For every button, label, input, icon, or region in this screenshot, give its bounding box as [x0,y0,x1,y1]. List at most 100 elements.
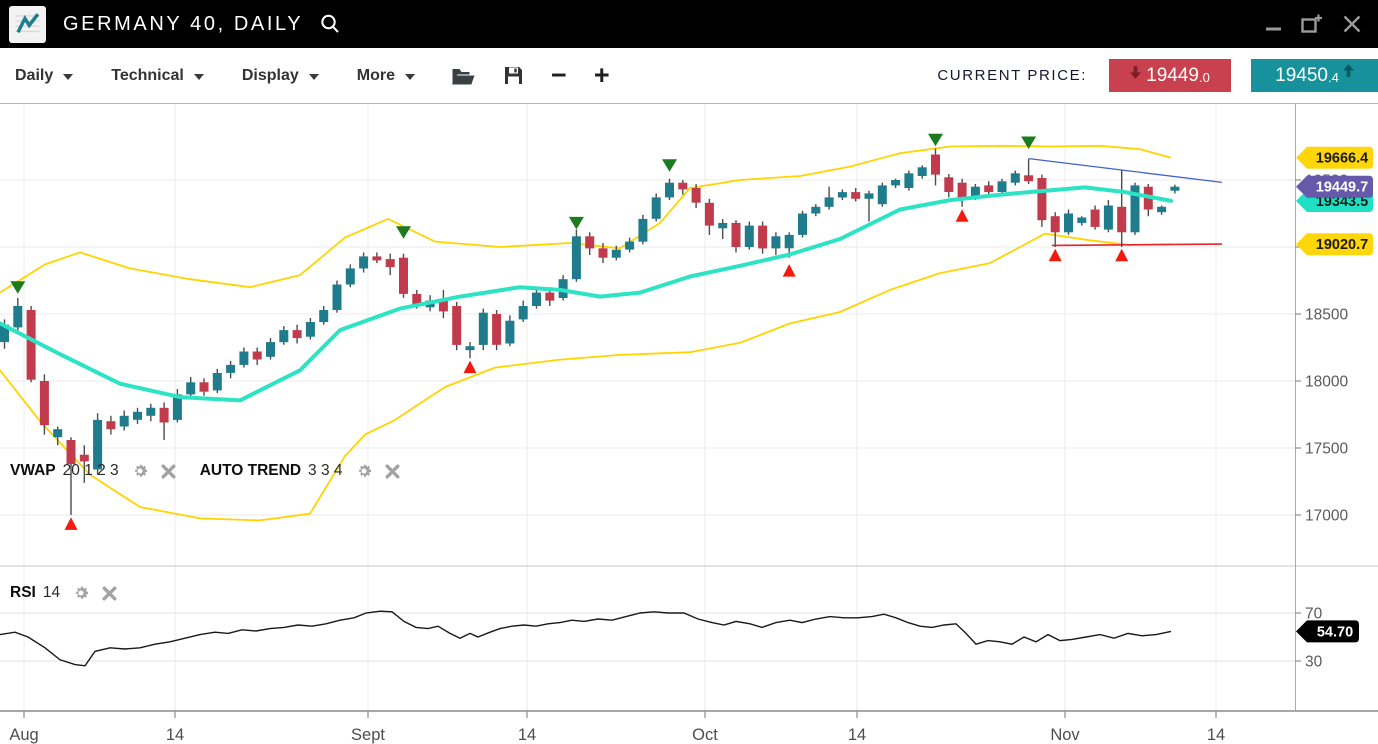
candle [678,183,687,190]
save-chart-button[interactable] [503,65,524,86]
svg-text:18500: 18500 [1305,307,1348,324]
sell-price-frac: .0 [1199,70,1210,85]
candle [1051,216,1060,232]
candle [492,314,501,345]
candle [213,373,222,390]
svg-text:19666.4: 19666.4 [1316,151,1368,167]
vwap-params: 20 1 2 3 [63,462,119,480]
candle [13,306,22,327]
svg-text:30: 30 [1305,654,1323,671]
candle [120,416,129,427]
buy-signal-markers [65,209,1129,530]
close-icon[interactable] [1342,14,1362,34]
menu-daily-label: Daily [15,67,53,85]
svg-text:17500: 17500 [1305,441,1348,458]
zoom-in-button[interactable]: + [594,62,610,89]
vwap-remove-icon[interactable] [161,464,176,479]
candle [798,214,807,235]
red-up-triangle-icon [65,517,78,530]
candle [239,352,248,365]
red-up-triangle-icon [783,264,796,277]
search-icon[interactable] [319,13,341,35]
candle [1037,178,1046,220]
buy-price-button[interactable]: 19450 .4 [1251,59,1378,92]
x-axis-labels: Aug14Sept14Oct14Nov14 [9,711,1225,744]
autotrend-remove-icon[interactable] [385,464,400,479]
candle [785,235,794,248]
candle [585,236,594,248]
rsi-remove-icon[interactable] [102,586,117,601]
resistance-trendline[interactable] [1029,159,1222,183]
candle [359,256,368,268]
popout-icon[interactable] [1301,14,1323,34]
menu-timeframe-daily[interactable]: Daily [15,67,73,85]
current-price-label: CURRENT PRICE: [937,67,1087,84]
candle [106,421,115,429]
candle [505,321,514,344]
rsi-params: 14 [43,584,60,602]
candle [851,192,860,199]
green-down-triangle-icon [662,159,677,172]
candle [1011,173,1020,182]
candle [1091,210,1100,227]
candle [466,346,475,350]
rsi-line [0,611,1171,666]
candle [532,293,541,306]
sell-price-button[interactable]: 19449 .0 [1109,59,1231,92]
candle [545,293,554,301]
chevron-down-icon [405,74,415,80]
candle [811,207,820,214]
support-line[interactable] [1052,244,1222,245]
candle [40,381,49,425]
green-down-triangle-icon [569,217,584,230]
candle [53,429,62,437]
candle [891,180,900,185]
candle [692,188,701,203]
menu-technical[interactable]: Technical [111,67,204,85]
candle [599,248,608,257]
svg-text:Aug: Aug [9,726,38,744]
red-up-triangle-icon [464,361,477,374]
zoom-out-button[interactable]: − [551,62,567,89]
vwap-label: VWAP [10,462,56,480]
red-up-triangle-icon [1049,249,1062,262]
menu-display[interactable]: Display [242,67,319,85]
candle [186,382,195,394]
menu-more[interactable]: More [357,67,415,85]
buy-price-value: 19450 [1275,65,1328,87]
svg-text:54.70: 54.70 [1317,624,1353,640]
candle [386,259,395,267]
candle [758,226,767,249]
candle [1064,214,1073,233]
app-logo-icon [9,6,46,43]
buy-price-frac: .4 [1328,70,1339,85]
candle [625,242,634,250]
candle [372,256,381,260]
rsi-settings-gear-icon[interactable] [72,584,90,602]
menu-more-label: More [357,67,395,85]
rsi-label: RSI [10,584,36,602]
candle [958,183,967,198]
candle [1024,175,1033,181]
candle [160,408,169,423]
candle [67,440,76,464]
price-up-arrow-icon [1343,64,1354,77]
candle [319,310,328,322]
candle [133,412,142,420]
candle [865,193,874,198]
open-chart-button[interactable] [451,66,476,86]
price-chart-canvas[interactable]: 1950019000185001800017500170007030Aug14S… [0,0,1378,744]
candle [293,330,302,338]
vwap-settings-gear-icon[interactable] [131,462,149,480]
candle [572,236,581,279]
window-title: GERMANY 40, DAILY [63,13,303,36]
candle [1117,207,1126,233]
candle [146,408,155,416]
minimize-icon[interactable] [1265,15,1282,33]
svg-text:19020.7: 19020.7 [1316,237,1368,253]
green-down-triangle-icon [396,226,411,239]
autotrend-settings-gear-icon[interactable] [355,462,373,480]
autotrend-label: AUTO TREND [200,462,301,480]
pane-frame [0,103,1378,711]
svg-text:Oct: Oct [692,726,718,744]
